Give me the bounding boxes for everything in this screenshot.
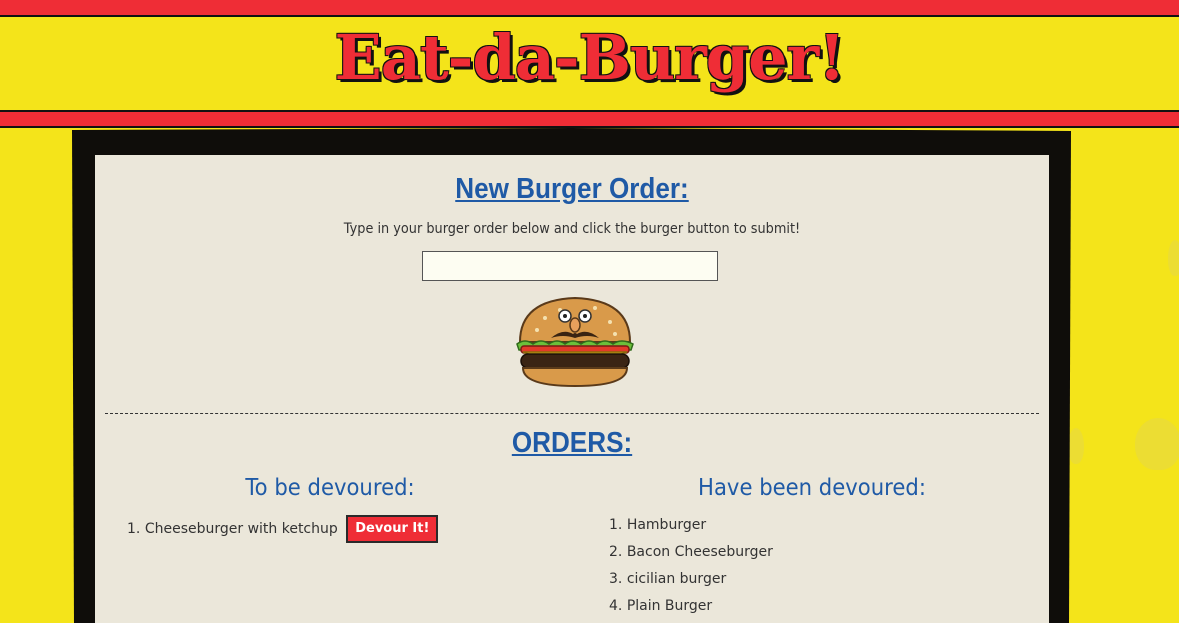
list-item-index: 1. xyxy=(127,521,141,537)
burger-icon xyxy=(516,296,634,388)
list-item-index: 3. xyxy=(609,571,623,587)
devoured-title: Have been devoured: xyxy=(698,475,926,501)
list-item-name: Plain Burger xyxy=(626,598,713,614)
to-be-devoured-list: 1. Cheeseburger with ketchup Devour It! xyxy=(127,515,439,543)
background-burger-icon xyxy=(1168,240,1179,276)
order-instructions: Type in your burger order below and clic… xyxy=(343,221,801,237)
new-order-title: New Burger Order: xyxy=(455,173,689,205)
list-item: 4. Plain Burger xyxy=(609,593,773,620)
list-item: 2. Bacon Cheeseburger xyxy=(609,539,773,566)
to-be-devoured-title: To be devoured: xyxy=(245,475,415,501)
top-red-band xyxy=(0,0,1179,17)
burger-order-input[interactable] xyxy=(422,251,718,281)
section-divider xyxy=(105,413,1039,414)
list-item: 1. Cheeseburger with ketchup Devour It! xyxy=(127,515,439,543)
list-item-name: cicilian burger xyxy=(626,571,727,587)
devoured-list: 1. Hamburger 2. Bacon Cheeseburger 3. ci… xyxy=(609,512,773,620)
orders-title: ORDERS: xyxy=(511,427,633,459)
devour-button[interactable]: Devour It! xyxy=(346,515,439,543)
header-red-band xyxy=(0,112,1179,128)
submit-burger-button[interactable] xyxy=(515,294,635,390)
list-item: 1. Hamburger xyxy=(609,512,773,539)
background-burger-icon xyxy=(1135,418,1179,470)
header: Eat-da-Burger! xyxy=(0,17,1179,112)
background-burger-icon xyxy=(1068,428,1084,464)
main-panel: New Burger Order: Type in your burger or… xyxy=(95,155,1049,623)
list-item-index: 2. xyxy=(609,544,623,560)
list-item-name: Hamburger xyxy=(626,517,707,533)
list-item-name: Cheeseburger with ketchup xyxy=(144,521,338,537)
page-title: Eat-da-Burger! xyxy=(334,21,846,94)
list-item-index: 1. xyxy=(609,517,623,533)
list-item-name: Bacon Cheeseburger xyxy=(626,544,773,560)
list-item: 3. cicilian burger xyxy=(609,566,773,593)
list-item-index: 4. xyxy=(609,598,623,614)
